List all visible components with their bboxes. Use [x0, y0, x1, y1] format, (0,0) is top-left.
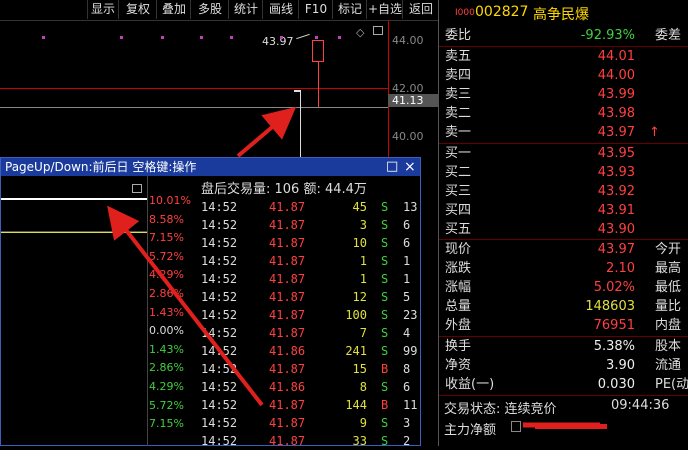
- arrow-to-candle: [236, 106, 297, 158]
- annotation-arrows: [107, 106, 600, 428]
- arrow-to-mini-chart: [107, 205, 264, 407]
